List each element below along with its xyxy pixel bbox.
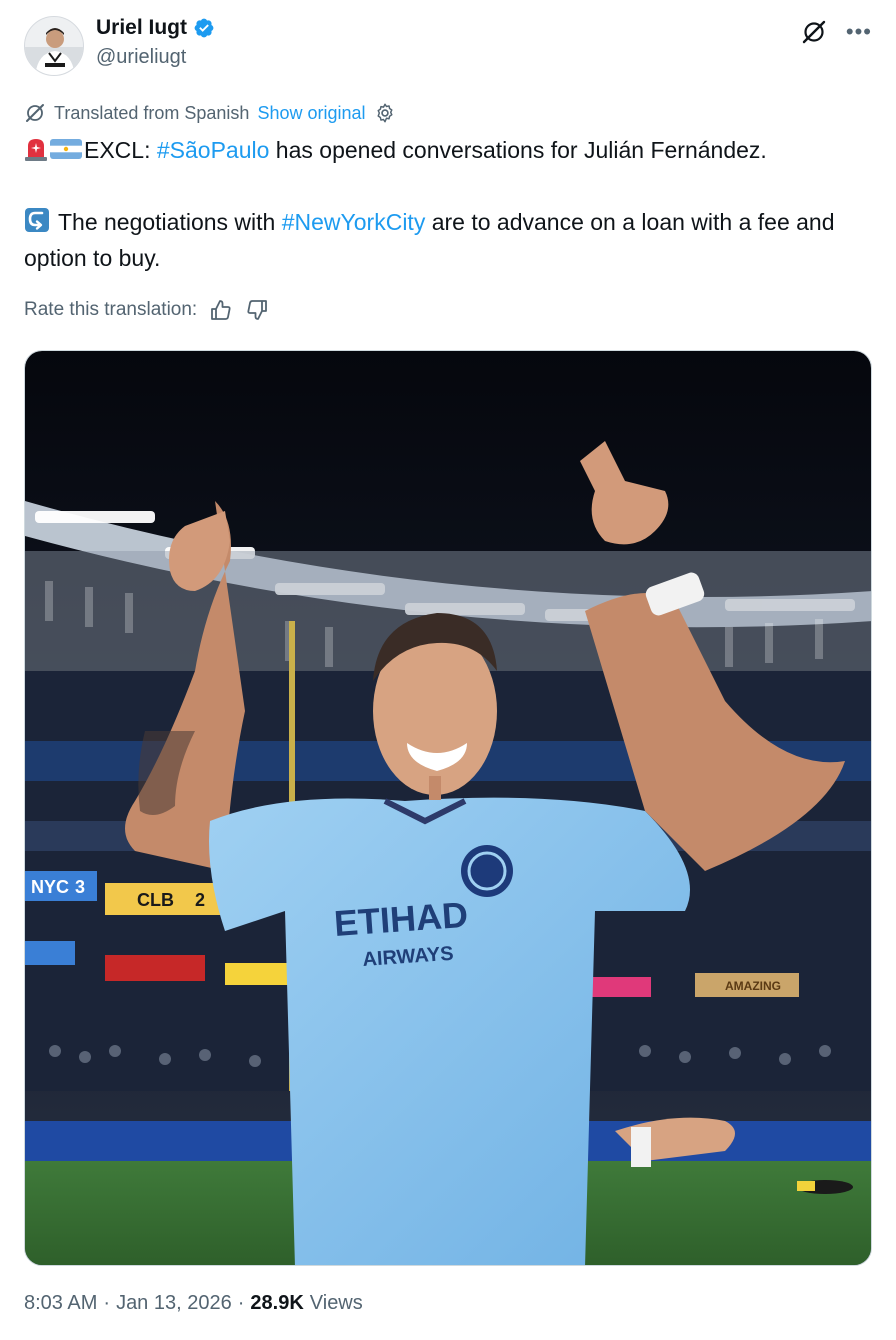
tweet-date[interactable]: Jan 13, 2026	[116, 1292, 232, 1315]
thumbs-down-icon[interactable]	[245, 298, 269, 322]
tweet-meta: 8:03 AM · Jan 13, 2026 · 28.9K Views	[24, 1292, 363, 1315]
tweet-line-1-suffix: has opened conversations for Julián Fern…	[269, 137, 767, 163]
rate-label: Rate this translation:	[24, 299, 198, 320]
football-player-photo-icon: NYC 3 CLB 2 AMAZING ETIHAD AIRWAYS	[25, 351, 871, 1265]
more-options-icon[interactable]: •••	[846, 18, 872, 46]
tweet-time[interactable]: 8:03 AM	[24, 1292, 97, 1315]
tweet-top-actions: •••	[800, 18, 872, 46]
thumbs-up-icon[interactable]	[209, 298, 233, 322]
author-display-name[interactable]: Uriel Iugt	[96, 16, 187, 40]
views-label: Views	[309, 1292, 363, 1314]
show-original-link[interactable]: Show original	[257, 103, 365, 124]
tweet-line-1-prefix: EXCL:	[84, 137, 157, 163]
tweet-media-photo[interactable]: NYC 3 CLB 2 AMAZING ETIHAD AIRWAYS	[24, 350, 872, 1266]
tweet-line-1: EXCL: #SãoPaulo has opened conversations…	[24, 132, 872, 168]
tweet-text: EXCL: #SãoPaulo has opened conversations…	[24, 132, 872, 276]
right-arrow-curving-left-emoji-icon	[25, 208, 49, 232]
verified-badge-icon[interactable]	[193, 17, 215, 39]
billboard-text: AMAZING	[725, 979, 781, 993]
scoreboard-team1: NYC	[31, 877, 69, 897]
argentina-flag-emoji-icon	[50, 139, 82, 159]
author-handle[interactable]: @urieliugt	[96, 46, 215, 69]
profile-photo-avatar-icon	[25, 17, 83, 75]
scoreboard-score2: 2	[195, 890, 205, 910]
grok-icon[interactable]	[800, 18, 828, 46]
translation-notice: Translated from Spanish Show original	[24, 102, 396, 124]
rate-translation: Rate this translation:	[24, 298, 269, 322]
scoreboard-score1: 3	[75, 877, 85, 897]
hashtag-newyorkcity-link[interactable]: #NewYorkCity	[282, 209, 426, 235]
views-count[interactable]: 28.9K	[250, 1292, 303, 1315]
meta-separator: ·	[237, 1292, 245, 1314]
translated-label: Translated from Spanish	[54, 102, 250, 123]
avatar[interactable]	[24, 16, 84, 76]
tweet-line-2: The negotiations with #NewYorkCity are t…	[24, 204, 872, 276]
grok-translate-icon	[26, 104, 44, 122]
tweet-header: Uriel Iugt @urieliugt •••	[24, 14, 872, 78]
rotating-light-emoji-icon	[25, 139, 47, 161]
author-block: Uriel Iugt @urieliugt	[96, 16, 215, 69]
gear-icon[interactable]	[374, 102, 396, 124]
tweet-line-2-prefix: The negotiations with	[52, 209, 282, 235]
hashtag-saopaulo-link[interactable]: #SãoPaulo	[157, 137, 270, 163]
meta-separator: ·	[103, 1292, 111, 1314]
scoreboard-team2: CLB	[137, 890, 174, 910]
